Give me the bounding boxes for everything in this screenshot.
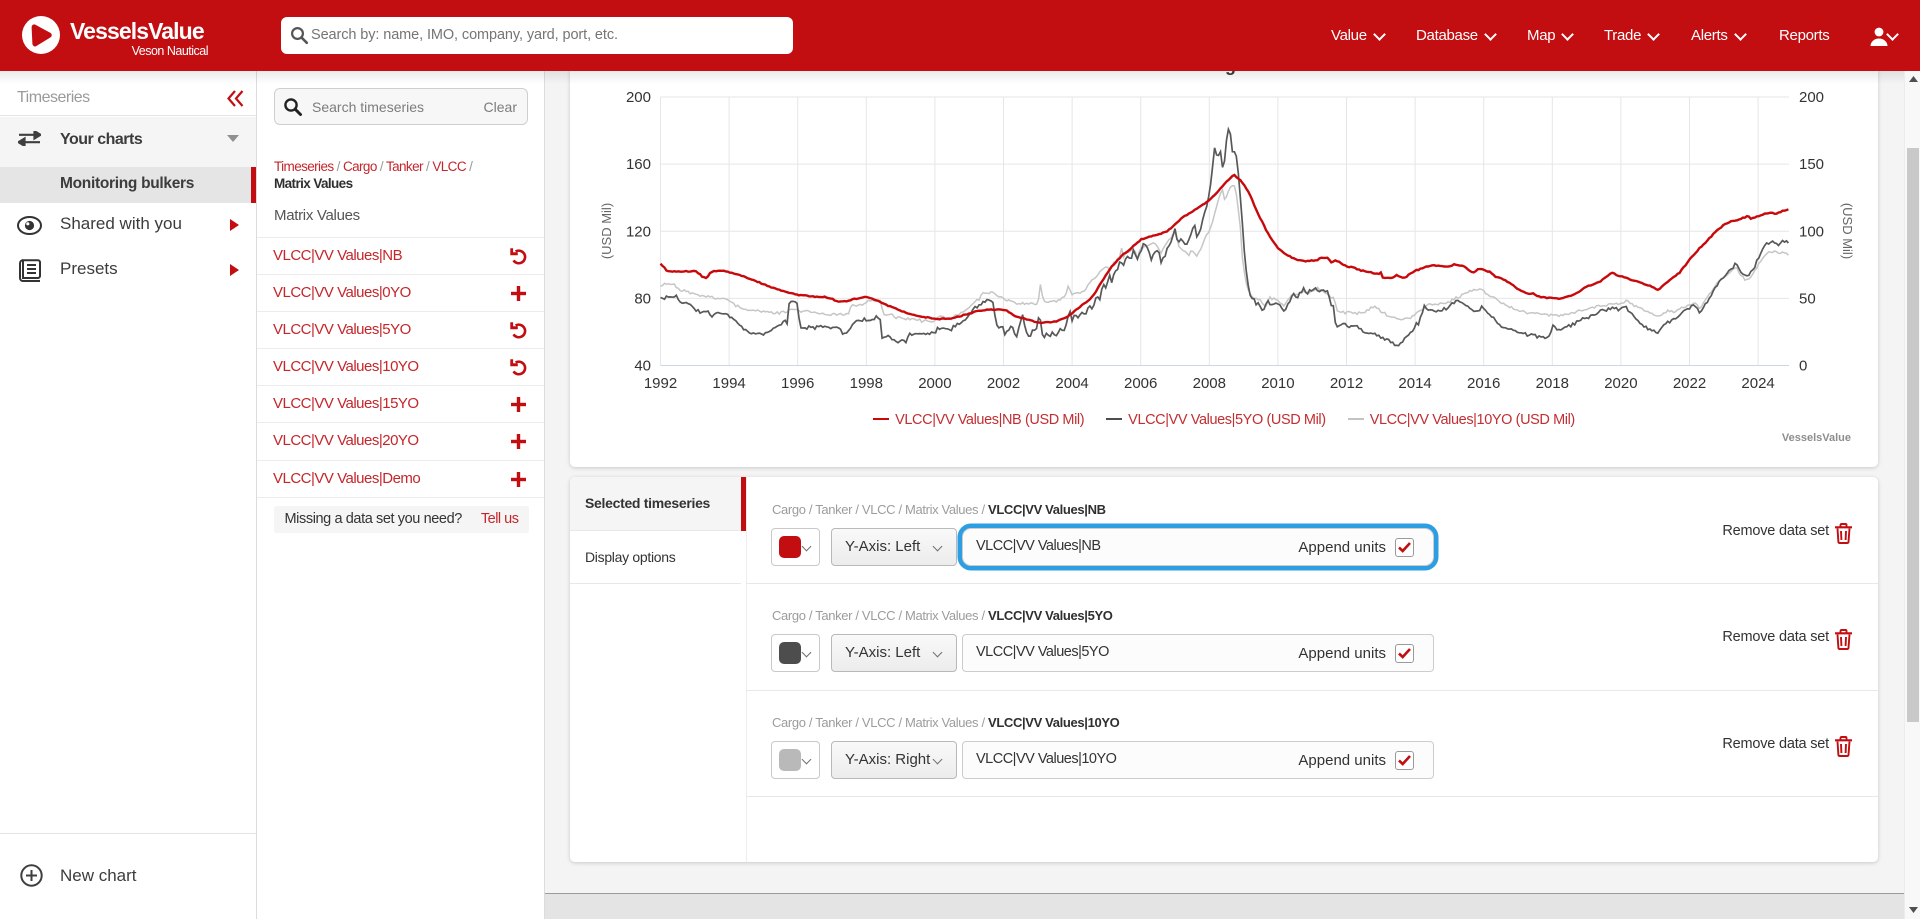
svg-text:120: 120 — [626, 223, 651, 240]
svg-text:100: 100 — [1799, 223, 1824, 240]
svg-text:(USD Mil): (USD Mil) — [599, 203, 614, 259]
svg-text:200: 200 — [1799, 89, 1824, 106]
svg-text:2022: 2022 — [1673, 375, 1706, 392]
svg-text:2018: 2018 — [1536, 375, 1569, 392]
svg-text:2010: 2010 — [1261, 375, 1294, 392]
svg-text:1994: 1994 — [712, 375, 745, 392]
svg-text:2000: 2000 — [918, 375, 951, 392]
svg-text:2008: 2008 — [1193, 375, 1226, 392]
svg-text:2006: 2006 — [1124, 375, 1157, 392]
svg-text:80: 80 — [634, 290, 651, 307]
svg-text:1996: 1996 — [781, 375, 814, 392]
svg-text:2004: 2004 — [1055, 375, 1088, 392]
svg-text:150: 150 — [1799, 156, 1824, 173]
svg-text:160: 160 — [626, 156, 651, 173]
svg-text:2020: 2020 — [1604, 375, 1637, 392]
svg-text:0: 0 — [1799, 358, 1807, 375]
svg-text:(USD Mil): (USD Mil) — [1840, 203, 1855, 259]
svg-text:2012: 2012 — [1330, 375, 1363, 392]
svg-text:2024: 2024 — [1741, 375, 1774, 392]
svg-text:2002: 2002 — [987, 375, 1020, 392]
svg-text:1998: 1998 — [850, 375, 883, 392]
svg-text:2014: 2014 — [1398, 375, 1431, 392]
svg-text:2016: 2016 — [1467, 375, 1500, 392]
svg-text:200: 200 — [626, 89, 651, 106]
svg-text:1992: 1992 — [644, 375, 677, 392]
svg-text:40: 40 — [634, 358, 651, 375]
svg-text:50: 50 — [1799, 290, 1816, 307]
